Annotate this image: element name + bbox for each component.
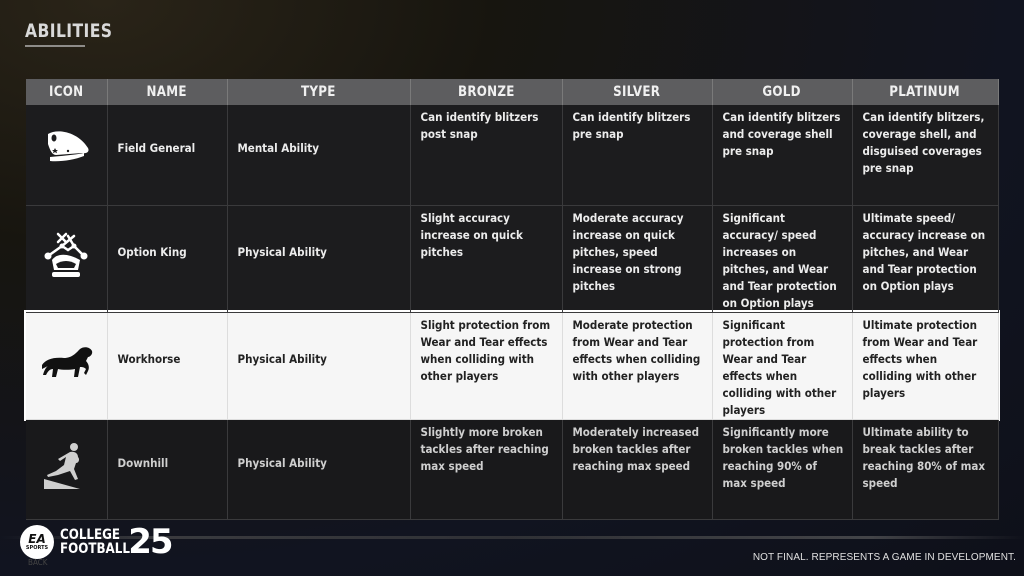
disclaimer-text: NOT FINAL. REPRESENTS A GAME IN DEVELOPM… [752, 552, 1016, 563]
gold-desc: Significant accuracy/ speed increases on… [712, 205, 853, 313]
ability-type: Mental Ability [227, 105, 411, 206]
ability-name: Field General [107, 105, 228, 206]
header-silver: SILVER [562, 79, 713, 105]
table-header-row: ICON NAME TYPE BRONZE SILVER GOLD PLATIN… [26, 79, 999, 105]
ability-name: Workhorse [107, 312, 228, 420]
table-row-field-general[interactable]: Field General Mental Ability Can identif… [26, 105, 999, 206]
officer-cap-icon [48, 131, 89, 162]
icon-cell [26, 419, 108, 520]
table-row-option-king[interactable]: Option King Physical Ability Slight accu… [26, 205, 999, 313]
bronze-desc: Slight accuracy increase on quick pitche… [410, 205, 563, 313]
silver-desc: Moderate protection from Wear and Tear e… [562, 312, 713, 420]
logo-wordmark: COLLEGE FOOTBALL [60, 527, 130, 557]
ability-type: Physical Ability [227, 419, 411, 520]
ability-name: Option King [107, 205, 228, 313]
table-row-workhorse[interactable]: Workhorse Physical Ability Slight protec… [26, 312, 999, 420]
ability-type: Physical Ability [227, 312, 411, 420]
gold-desc: Can identify blitzers and coverage shell… [712, 105, 853, 206]
horse-icon [42, 347, 93, 377]
ability-type: Physical Ability [227, 205, 411, 313]
page-title: ABILITIES [25, 20, 113, 42]
icon-cell [26, 105, 108, 206]
platinum-desc: Can identify blitzers, coverage shell, a… [852, 105, 999, 206]
ea-sports-badge: EA SPORTS [20, 525, 54, 559]
abilities-table: ICON NAME TYPE BRONZE SILVER GOLD PLATIN… [26, 79, 999, 520]
bronze-desc: Can identify blitzers post snap [410, 105, 563, 206]
silver-desc: Can identify blitzers pre snap [562, 105, 713, 206]
header-platinum: PLATINUM [852, 79, 999, 105]
gold-desc: Significantly more broken tackles when r… [712, 419, 853, 520]
logo-number: 25 [128, 522, 173, 562]
header-bronze: BRONZE [410, 79, 563, 105]
header-icon: ICON [26, 79, 108, 105]
silver-desc: Moderate accuracy increase on quick pitc… [562, 205, 713, 313]
platinum-desc: Ultimate speed/ accuracy increase on pit… [852, 205, 999, 313]
table-row-downhill[interactable]: Downhill Physical Ability Slightly more … [26, 419, 999, 520]
back-button-hint[interactable]: BACK [28, 558, 47, 567]
crown-option-icon [44, 232, 88, 277]
header-name: NAME [107, 79, 228, 105]
icon-cell [26, 205, 108, 313]
downhill-runner-icon [44, 442, 81, 489]
gold-desc: Significant protection from Wear and Tea… [712, 312, 853, 420]
icon-cell [26, 312, 108, 420]
platinum-desc: Ultimate protection from Wear and Tear e… [852, 312, 999, 420]
bronze-desc: Slight protection from Wear and Tear eff… [410, 312, 563, 420]
bronze-desc: Slightly more broken tackles after reach… [410, 419, 563, 520]
title-underline [25, 45, 85, 47]
ability-name: Downhill [107, 419, 228, 520]
silver-desc: Moderately increased broken tackles afte… [562, 419, 713, 520]
college-football-25-logo: EA SPORTS COLLEGE FOOTBALL 25 [20, 522, 174, 562]
platinum-desc: Ultimate ability to break tackles after … [852, 419, 999, 520]
header-gold: GOLD [712, 79, 853, 105]
header-type: TYPE [227, 79, 411, 105]
